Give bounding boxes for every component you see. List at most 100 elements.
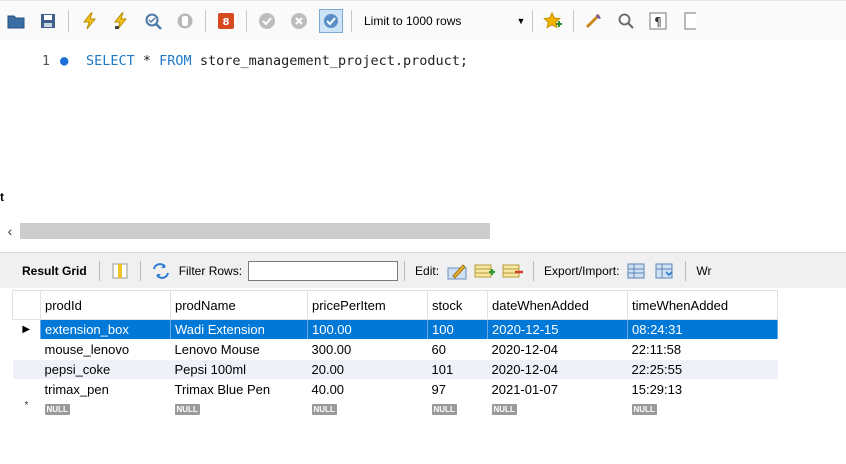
grid-cell[interactable]: Trimax Blue Pen	[170, 379, 308, 400]
grid-cell[interactable]: 100	[427, 319, 488, 340]
null-badge: NULL	[431, 404, 457, 415]
execute-icon[interactable]	[77, 9, 101, 33]
toolbar-separator	[351, 9, 352, 32]
chevron-down-icon: ▼	[516, 15, 526, 26]
row-header	[12, 379, 41, 400]
new-row-marker: *	[12, 399, 41, 420]
grid-cell[interactable]: 2020-12-04	[487, 339, 628, 360]
grid-cell[interactable]: 100.00	[307, 319, 428, 340]
invisible-chars-icon[interactable]: ¶	[646, 9, 670, 33]
sql-line-1: 1 ● SELECT * FROM store_management_proje…	[0, 52, 468, 70]
grid-cell[interactable]: 101	[427, 359, 488, 380]
keyword-select: SELECT	[86, 53, 135, 69]
grid-layout-icon[interactable]	[109, 260, 131, 282]
column-header[interactable]: prodId	[40, 290, 171, 320]
filter-rows-input[interactable]	[248, 260, 399, 281]
wrap-icon[interactable]	[678, 9, 702, 33]
find-icon[interactable]	[614, 9, 638, 33]
grid-cell[interactable]: 22:11:58	[627, 339, 778, 360]
limit-rows-select[interactable]: Limit to 1000 rows ▼	[360, 9, 528, 33]
beautify-icon[interactable]	[582, 9, 606, 33]
null-badge: NULL	[491, 404, 517, 415]
grid-cell[interactable]: trimax_pen	[40, 379, 171, 400]
explain-icon[interactable]	[141, 9, 165, 33]
new-row[interactable]: * NULL NULL NULL NULL NULL NULL	[12, 399, 778, 420]
null-badge: NULL	[174, 404, 200, 415]
column-header[interactable]: dateWhenAdded	[487, 290, 628, 320]
svg-text:¶: ¶	[654, 15, 662, 29]
query-toolbar: 8 Limit to 1000 rows ▼ ¶	[0, 0, 846, 40]
svg-text:8: 8	[223, 17, 230, 28]
toolbar-separator	[246, 9, 247, 32]
scrollbar-thumb[interactable]	[20, 223, 490, 239]
commit-icon[interactable]	[255, 9, 279, 33]
statement-marker-icon: ●	[60, 53, 69, 69]
keyword-from: FROM	[159, 53, 192, 69]
grid-cell[interactable]: 60	[427, 339, 488, 360]
favorite-icon[interactable]	[541, 9, 565, 33]
table-row[interactable]: mouse_lenovo Lenovo Mouse 300.00 60 2020…	[12, 339, 778, 360]
stop-icon[interactable]	[173, 9, 197, 33]
sql-editor[interactable]: 1 ● SELECT * FROM store_management_proje…	[0, 40, 846, 220]
open-folder-icon[interactable]	[4, 9, 28, 33]
grid-cell[interactable]: pepsi_coke	[40, 359, 171, 380]
limit-rows-label: Limit to 1000 rows	[364, 13, 462, 28]
grid-cell[interactable]: 2020-12-04	[487, 359, 628, 380]
import-icon[interactable]	[654, 260, 676, 282]
grid-cell[interactable]: NULL	[307, 399, 428, 420]
toolbar-separator	[532, 9, 533, 32]
grid-header-row: prodId prodName pricePerItem stock dateW…	[12, 290, 778, 320]
grid-cell[interactable]: 08:24:31	[627, 319, 778, 340]
delete-row-icon[interactable]	[502, 260, 524, 282]
toolbar-separator	[685, 260, 687, 281]
grid-cell[interactable]: NULL	[627, 399, 778, 420]
code-table-name: store_management_project.product;	[191, 53, 469, 69]
grid-cell[interactable]: 2020-12-15	[487, 319, 628, 340]
save-icon[interactable]	[36, 9, 60, 33]
table-row[interactable]: pepsi_coke Pepsi 100ml 20.00 101 2020-12…	[12, 359, 778, 380]
result-grid-tab[interactable]: Result Grid	[0, 264, 93, 278]
export-icon[interactable]	[626, 260, 648, 282]
grid-cell[interactable]: NULL	[40, 399, 171, 420]
filter-refresh-icon[interactable]	[150, 260, 172, 282]
grid-cell[interactable]: NULL	[427, 399, 488, 420]
grid-cell[interactable]: Wadi Extension	[170, 319, 308, 340]
wrap-cell-label[interactable]: Wr	[696, 264, 711, 278]
rollback-icon[interactable]	[287, 9, 311, 33]
toolbar-separator	[573, 9, 574, 32]
grid-cell[interactable]: 15:29:13	[627, 379, 778, 400]
table-row[interactable]: trimax_pen Trimax Blue Pen 40.00 97 2021…	[12, 379, 778, 400]
table-row[interactable]: ▶ extension_box Wadi Extension 100.00 10…	[12, 319, 778, 340]
autocommit-icon[interactable]	[319, 8, 343, 33]
grid-cell[interactable]: Lenovo Mouse	[170, 339, 308, 360]
grid-cell[interactable]: mouse_lenovo	[40, 339, 171, 360]
column-header[interactable]: pricePerItem	[307, 290, 428, 320]
horizontal-scrollbar[interactable]: ‹	[0, 221, 846, 241]
null-badge: NULL	[631, 404, 657, 415]
add-row-icon[interactable]	[474, 260, 496, 282]
code-star: *	[134, 53, 160, 69]
execute-current-icon[interactable]	[109, 9, 133, 33]
column-header[interactable]: timeWhenAdded	[627, 290, 778, 320]
grid-cell[interactable]: NULL	[170, 399, 308, 420]
grid-cell[interactable]: NULL	[487, 399, 628, 420]
grid-cell[interactable]: 300.00	[307, 339, 428, 360]
grid-cell[interactable]: 20.00	[307, 359, 428, 380]
grid-cell[interactable]: 22:25:55	[627, 359, 778, 380]
column-header[interactable]: prodName	[170, 290, 308, 320]
edit-row-icon[interactable]	[446, 260, 468, 282]
grid-cell[interactable]: 40.00	[307, 379, 428, 400]
current-row-arrow-icon: ▶	[12, 319, 41, 340]
edit-label: Edit:	[415, 263, 440, 278]
scroll-left-icon[interactable]: ‹	[0, 223, 20, 239]
toolbar-separator	[139, 260, 141, 281]
grid-cell[interactable]: extension_box	[40, 319, 171, 340]
line-number: 1	[41, 53, 50, 69]
grid-cell[interactable]: Pepsi 100ml	[170, 359, 308, 380]
toggle-errors-icon[interactable]: 8	[214, 9, 238, 33]
toolbar-separator	[68, 9, 69, 32]
column-header[interactable]: stock	[427, 290, 488, 320]
row-header	[12, 339, 41, 360]
grid-cell[interactable]: 97	[427, 379, 488, 400]
grid-cell[interactable]: 2021-01-07	[487, 379, 628, 400]
